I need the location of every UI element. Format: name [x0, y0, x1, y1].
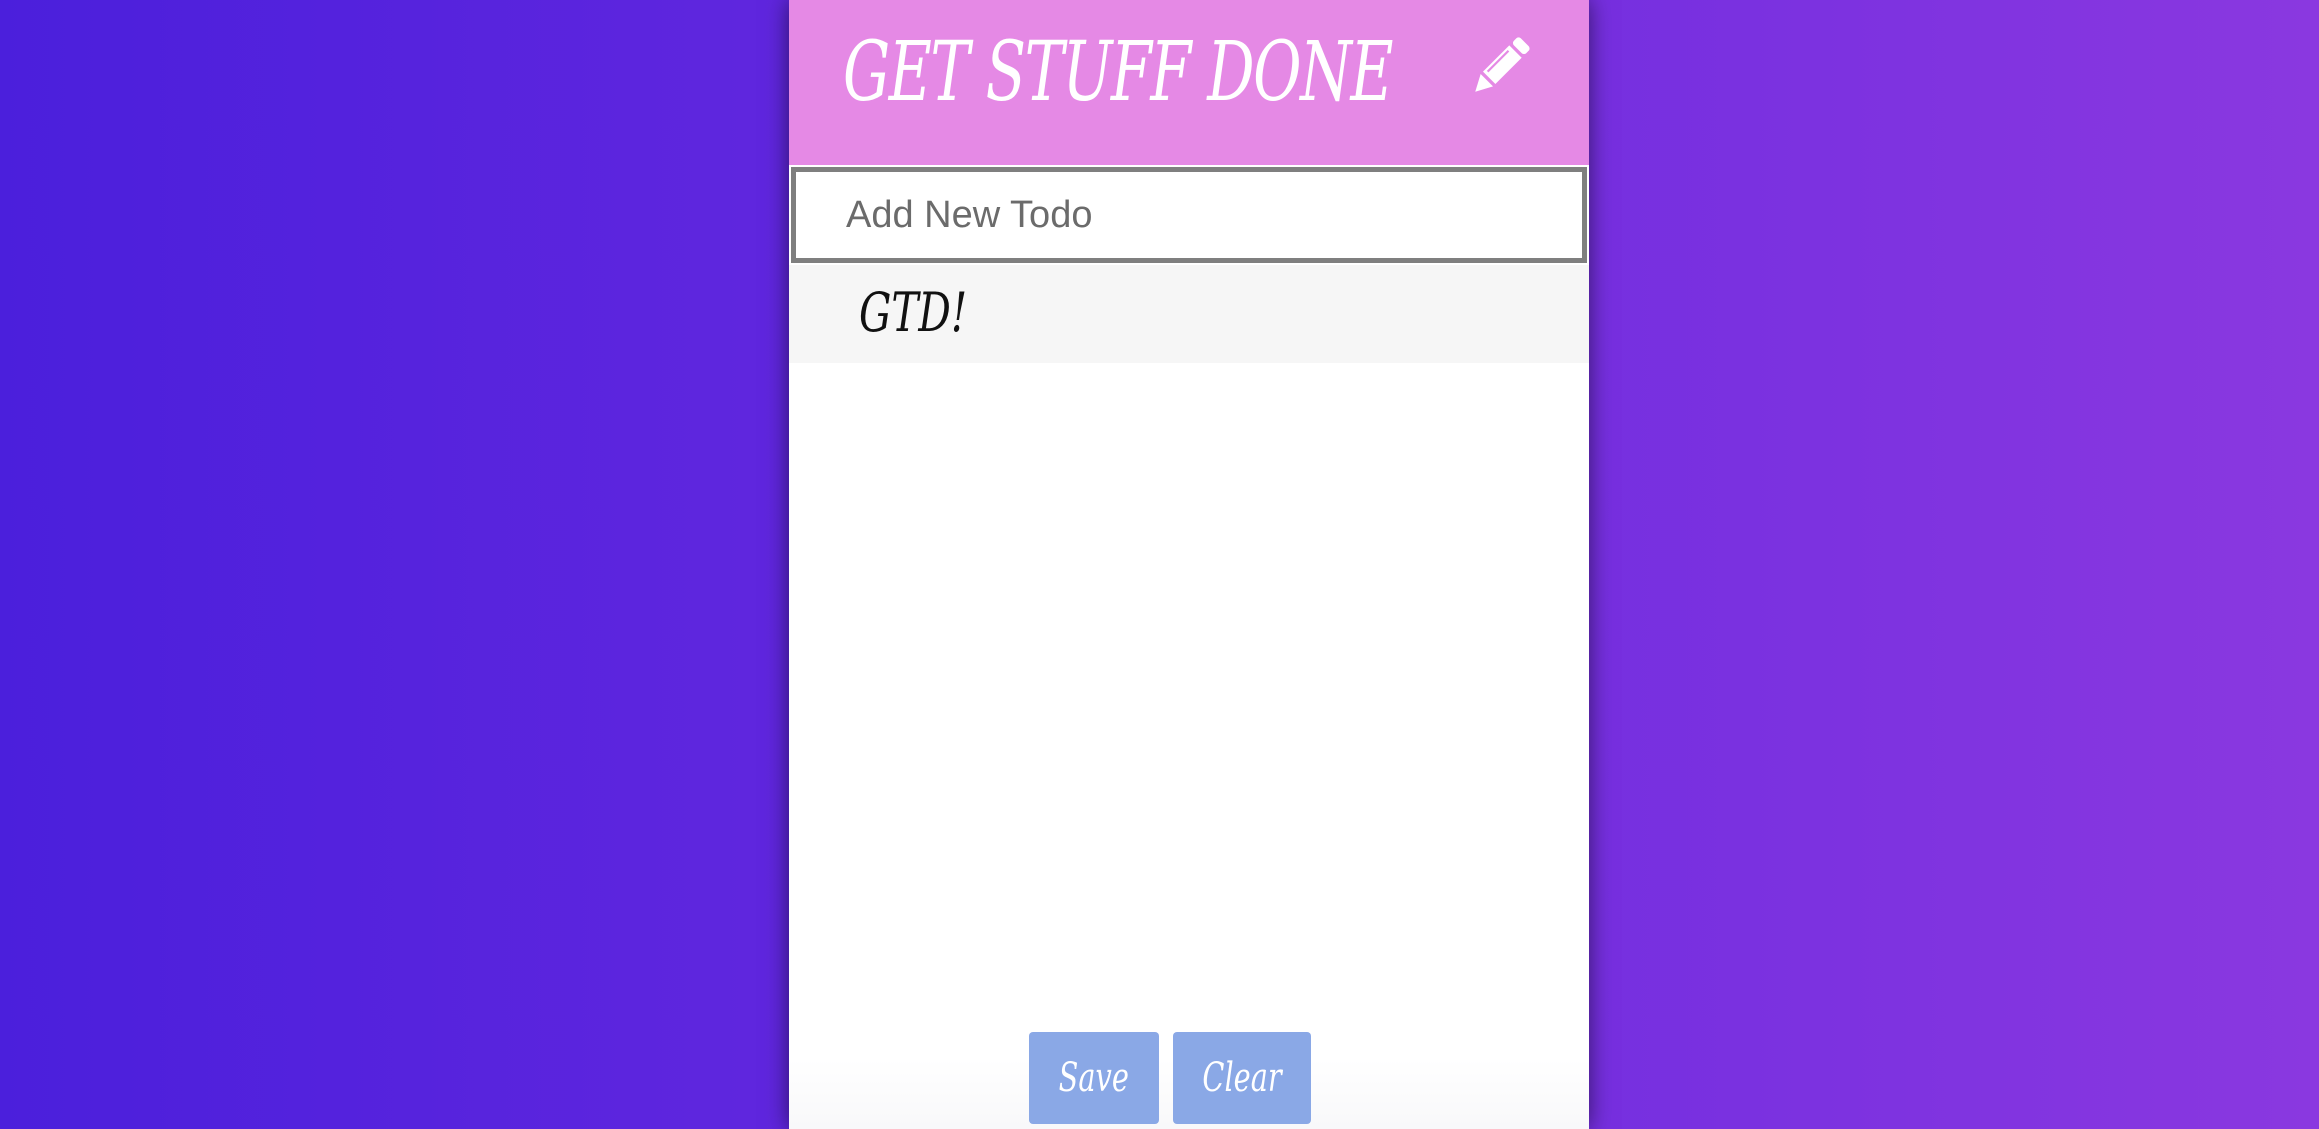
add-todo-input[interactable] — [791, 167, 1587, 263]
pencil-icon[interactable] — [1465, 32, 1535, 102]
app-header: GET STUFF DONE — [789, 0, 1589, 165]
todo-list: GTD! — [789, 265, 1589, 363]
app-title: GET STUFF DONE — [843, 25, 1393, 120]
clear-button[interactable]: Clear — [1173, 1032, 1311, 1124]
save-button[interactable]: Save — [1029, 1032, 1159, 1124]
save-button-label: Save — [1058, 1055, 1130, 1101]
todo-item[interactable]: GTD! — [789, 265, 1589, 363]
todo-item-text: GTD! — [859, 281, 968, 344]
todo-app: GET STUFF DONE GTD! Save Clear — [789, 0, 1589, 1129]
clear-button-label: Clear — [1202, 1055, 1282, 1101]
